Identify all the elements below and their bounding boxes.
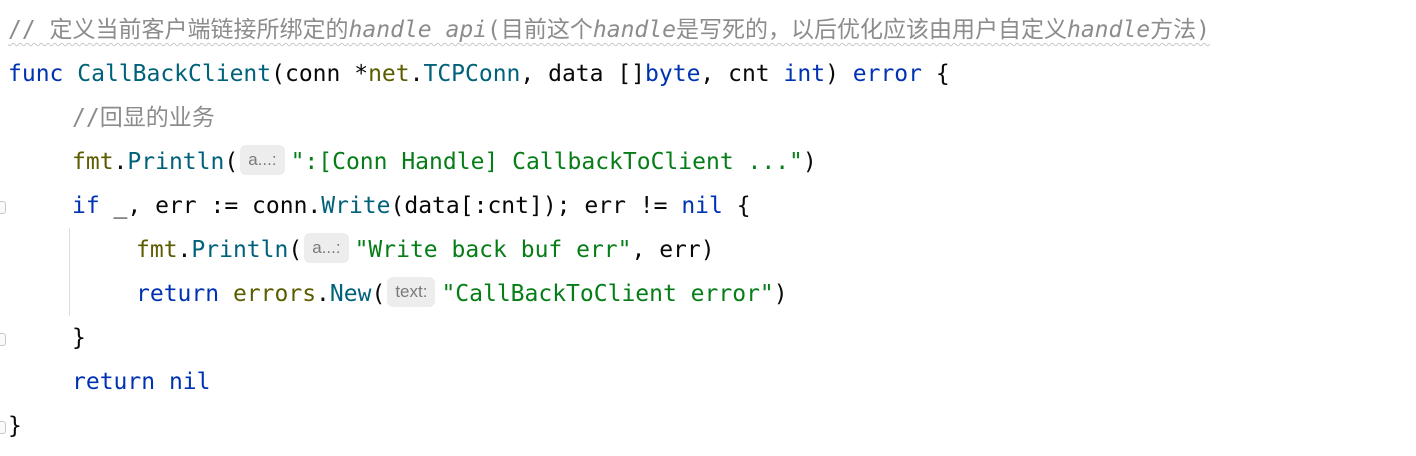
code-line-if[interactable]: if _, err := conn.Write(data[:cnt]); err… — [72, 184, 751, 228]
code-text: . — [316, 281, 330, 307]
parameter-hint: a...: — [304, 233, 349, 263]
comment-italic: handle — [1066, 17, 1151, 43]
code-text: . — [113, 149, 128, 175]
fold-marker-icon[interactable] — [0, 421, 6, 434]
keyword-return: return — [136, 281, 220, 307]
code-text: , data [] — [520, 61, 646, 87]
keyword-func: func — [8, 61, 64, 87]
package-name[interactable]: fmt — [136, 237, 178, 263]
code-text: ( — [288, 237, 303, 263]
code-text: (conn * — [271, 61, 369, 87]
function-call[interactable]: Println — [127, 149, 224, 175]
code-text: ( — [224, 149, 239, 175]
code-text: } — [72, 325, 86, 351]
code-text: , cnt — [700, 61, 784, 87]
string-literal: "Write back buf err" — [354, 237, 632, 263]
comment-italic: handle — [592, 17, 676, 43]
comment-prefix: // — [8, 17, 50, 43]
code-text: _, err := conn. — [99, 193, 322, 219]
parameter-hint: a...: — [240, 145, 285, 175]
code-line-return[interactable]: return errors.New(text: "CallBackToClient… — [136, 272, 788, 316]
keyword-error: error — [852, 61, 923, 87]
keyword-nil: nil — [681, 193, 723, 219]
code-line-println[interactable]: fmt.Println(a...: ":[Conn Handle] Callbac… — [72, 140, 817, 184]
comment-text: 是写死的，以后优化应该由用户自定义 — [675, 17, 1067, 43]
code-line-comment[interactable]: //回显的业务 — [72, 96, 215, 140]
code-text: ( — [371, 281, 386, 307]
package-name[interactable]: errors — [233, 281, 316, 307]
function-name[interactable]: CallBackClient — [77, 61, 271, 87]
string-literal: ":[Conn Handle] CallbackToClient ..." — [290, 149, 803, 175]
code-text: ) — [825, 61, 853, 87]
function-call[interactable]: Write — [321, 193, 390, 219]
comment-text: //回显的业务 — [72, 105, 215, 131]
comment-text: (目前这个 — [487, 17, 593, 43]
code-text: , err) — [631, 237, 715, 263]
comment-text: 定义当前客户端链接所绑定的 — [49, 17, 349, 43]
code-text: } — [8, 413, 22, 439]
keyword-nil: nil — [168, 369, 211, 395]
indent-guide — [69, 228, 70, 316]
code-line-return[interactable]: return nil — [72, 360, 211, 404]
fold-marker-icon[interactable] — [0, 333, 6, 346]
code-text: . — [409, 61, 424, 87]
package-name[interactable]: fmt — [72, 149, 114, 175]
type-name[interactable]: TCPConn — [423, 61, 520, 87]
keyword-if: if — [72, 193, 100, 219]
code-text: (data[:cnt]); err != — [390, 193, 682, 219]
package-name[interactable]: net — [368, 61, 410, 87]
comment-text: 方法) — [1150, 17, 1210, 43]
code-line-comment[interactable]: // 定义当前客户端链接所绑定的handle api(目前这个handle是写死… — [8, 8, 1210, 52]
keyword-return: return — [72, 369, 156, 395]
string-literal: "CallBackToClient error" — [441, 281, 774, 307]
parameter-hint: text: — [387, 277, 436, 307]
code-text: ) — [802, 149, 817, 175]
code-text: { — [922, 61, 950, 87]
code-text: ) — [773, 281, 788, 307]
code-line-func-signature[interactable]: func CallBackClient(conn *net.TCPConn, d… — [8, 52, 950, 96]
code-line-close-brace[interactable]: } — [8, 404, 22, 448]
comment-italic: handle api — [348, 17, 488, 43]
keyword-int: int — [783, 61, 826, 87]
code-editor[interactable]: // 定义当前客户端链接所绑定的handle api(目前这个handle是写死… — [0, 0, 1416, 456]
code-line-println[interactable]: fmt.Println(a...: "Write back buf err", e… — [136, 228, 715, 272]
code-line-close-brace[interactable]: } — [72, 316, 86, 360]
function-call[interactable]: New — [330, 281, 372, 307]
fold-marker-icon[interactable] — [0, 201, 6, 214]
function-call[interactable]: Println — [191, 237, 288, 263]
code-text: { — [722, 193, 751, 219]
code-text: . — [177, 237, 192, 263]
keyword-byte: byte — [645, 61, 701, 87]
